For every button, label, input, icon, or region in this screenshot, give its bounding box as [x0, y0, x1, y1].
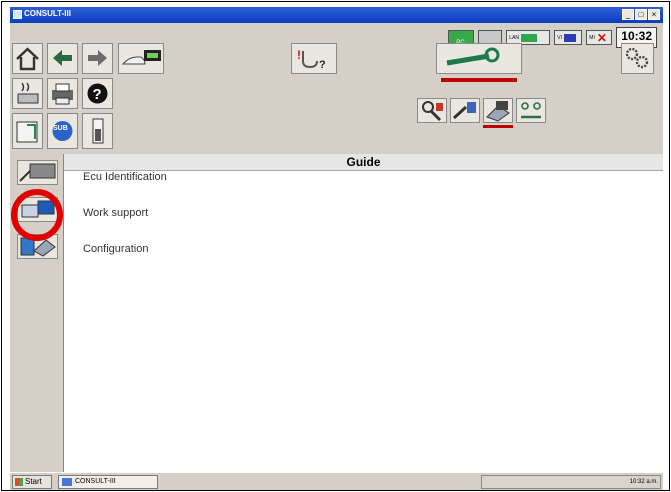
- menu-item-work-support[interactable]: Work support: [83, 207, 148, 219]
- tool-3-icon: [486, 101, 510, 122]
- vehicle-ecu-icon: [121, 50, 161, 65]
- svg-text:!: !: [297, 48, 301, 62]
- toolbar-tool-1-button[interactable]: [417, 98, 447, 123]
- window-title-bar: CONSULT-III _ □ ×: [10, 7, 663, 23]
- help-icon: ?: [87, 83, 108, 104]
- main-toolbar: PC LAN VI MI ✕ 10:32: [10, 23, 663, 154]
- start-button[interactable]: Start: [12, 475, 52, 489]
- toolbar-tool-4-button[interactable]: [516, 98, 546, 123]
- left-icon-column: [10, 154, 64, 472]
- repair-mode-button[interactable]: [436, 43, 522, 74]
- tool-3-active-indicator: [483, 125, 513, 128]
- mi-status-indicator: MI ✕: [586, 30, 613, 45]
- close-button[interactable]: ×: [648, 9, 660, 20]
- battery-icon: [92, 118, 104, 144]
- diagnosis-button[interactable]: ! ?: [291, 43, 337, 74]
- screenshot-frame: CONSULT-III _ □ × PC LAN VI MI ✕: [1, 1, 670, 491]
- toolbar-tool-2-button[interactable]: [450, 98, 480, 123]
- system-tray: 10:32 a.m.: [481, 475, 661, 489]
- app-icon: [13, 10, 22, 19]
- tool-4-icon: [521, 102, 541, 119]
- repair-mode-active-indicator: [441, 78, 517, 82]
- ecu-identification-icon: [19, 163, 56, 182]
- tray-clock: 10:32 a.m.: [629, 479, 658, 485]
- print-button[interactable]: [47, 78, 78, 109]
- ecu-identification-shortcut[interactable]: [17, 160, 58, 185]
- home-button[interactable]: [12, 43, 43, 74]
- window-controls: _ □ ×: [622, 9, 660, 20]
- heater-button[interactable]: [12, 78, 43, 109]
- home-icon: [16, 47, 39, 71]
- maximize-button[interactable]: □: [635, 9, 647, 20]
- back-button[interactable]: [47, 43, 78, 74]
- screen-capture-icon: [16, 121, 38, 143]
- tool-1-icon: [422, 101, 443, 122]
- vehicle-select-button[interactable]: [118, 43, 164, 74]
- taskbar-app-button[interactable]: CONSULT-III: [58, 475, 158, 489]
- svg-text:?: ?: [319, 59, 326, 71]
- stethoscope-icon: ! ?: [297, 48, 326, 71]
- sub-mode-button[interactable]: SUB: [47, 113, 78, 149]
- taskbar: Start CONSULT-III 10:32 a.m.: [10, 472, 663, 490]
- vi-signal-icon: [564, 33, 577, 42]
- tool-2-icon: [452, 102, 476, 120]
- gear-icon: [625, 47, 649, 69]
- help-button[interactable]: ?: [82, 78, 113, 109]
- vi-status-indicator: VI: [554, 30, 583, 45]
- arrow-left-icon: [53, 50, 72, 66]
- mi-disconnected-icon: ✕: [596, 30, 607, 45]
- battery-button[interactable]: [82, 113, 113, 149]
- app-task-icon: [62, 478, 72, 486]
- lan-signal-icon: [521, 33, 538, 42]
- settings-button[interactable]: [621, 43, 654, 74]
- svg-text:?: ?: [93, 86, 102, 103]
- guide-panel: Guide Ecu Identification Work support Co…: [63, 154, 663, 472]
- window-title: CONSULT-III: [24, 9, 71, 18]
- menu-item-ecu-identification[interactable]: Ecu Identification: [83, 171, 167, 183]
- minimize-button[interactable]: _: [622, 9, 634, 20]
- windows-logo-icon: [15, 478, 23, 486]
- highlight-circle: [11, 189, 63, 241]
- forward-button[interactable]: [82, 43, 113, 74]
- menu-item-configuration[interactable]: Configuration: [83, 243, 148, 255]
- printer-icon: [52, 83, 73, 105]
- toolbar-tool-3-button[interactable]: [483, 98, 513, 123]
- sub-label: SUB: [53, 125, 68, 132]
- guide-header: Guide: [64, 154, 663, 171]
- wrench-icon: [446, 47, 500, 66]
- screen-capture-button[interactable]: [12, 113, 43, 149]
- arrow-right-icon: [88, 50, 107, 66]
- heater-icon: [17, 82, 39, 104]
